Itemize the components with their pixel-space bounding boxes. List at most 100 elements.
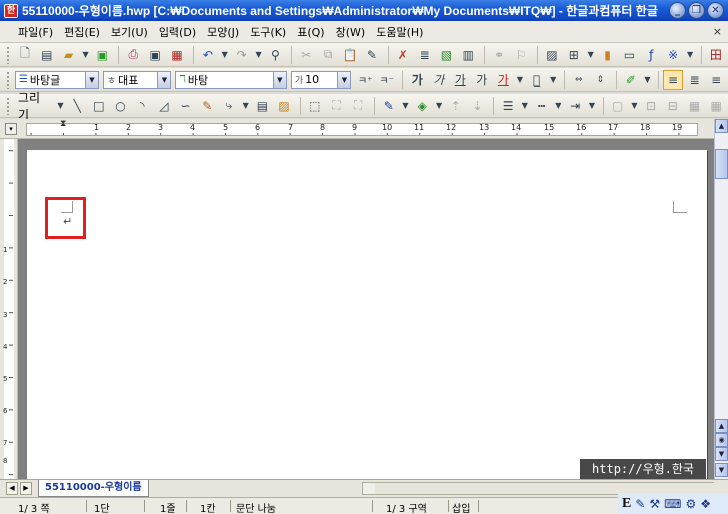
- save-icon[interactable]: ▣: [92, 45, 112, 65]
- distribute-icon[interactable]: ⊟: [663, 96, 683, 116]
- polygon-icon[interactable]: ◿: [154, 96, 174, 116]
- new-document-icon[interactable]: 🗋: [15, 45, 35, 65]
- line-color-dropdown-icon[interactable]: ▼: [401, 96, 411, 116]
- undo-dropdown-icon[interactable]: ▼: [220, 45, 230, 65]
- font-size-select[interactable]: 가 10 ▼: [290, 70, 352, 89]
- edit-icon[interactable]: ✎: [362, 45, 382, 65]
- document-tab[interactable]: 55110000-우형이름: [38, 480, 149, 497]
- vertical-ruler-strip[interactable]: [4, 139, 14, 479]
- increase-size-icon[interactable]: ㅋ⁺: [355, 70, 375, 90]
- symbol-dropdown-icon[interactable]: ▼: [685, 45, 695, 65]
- redo-icon[interactable]: ↷: [232, 45, 252, 65]
- underline-button[interactable]: 가: [450, 70, 470, 90]
- send-back-icon[interactable]: ⇣: [468, 96, 488, 116]
- menu-tools[interactable]: 도구(K): [246, 24, 290, 40]
- font-select[interactable]: ℸ 바탕 ▼: [175, 70, 287, 89]
- vertical-scrollbar[interactable]: ▲ ▲ ◉ ▼ ▼: [714, 119, 728, 479]
- new-template-icon[interactable]: ▤: [37, 45, 57, 65]
- bold-button[interactable]: 가: [407, 70, 427, 90]
- hwp-app-icon[interactable]: 한: [4, 3, 18, 18]
- next-page-icon[interactable]: ▼: [715, 447, 728, 461]
- undo-icon[interactable]: ↶: [198, 45, 218, 65]
- align-right-icon[interactable]: ≡: [706, 70, 726, 90]
- char-shape-dropdown-icon[interactable]: ▼: [548, 70, 558, 90]
- ime-pen-icon[interactable]: ✎: [635, 497, 645, 511]
- toolbar-grip[interactable]: [6, 45, 10, 64]
- chevron-down-icon[interactable]: ▼: [337, 71, 351, 88]
- arrow-style-dropdown-icon[interactable]: ▼: [587, 96, 597, 116]
- align-left-icon[interactable]: ≣: [685, 70, 705, 90]
- connector-dropdown-icon[interactable]: ▼: [241, 96, 251, 116]
- hyperlink-icon[interactable]: ⚭: [489, 45, 509, 65]
- close-button[interactable]: ✕: [707, 2, 724, 19]
- menu-format[interactable]: 모양(J): [203, 24, 243, 40]
- document-area[interactable]: ↵: [18, 139, 714, 490]
- align-justify-icon[interactable]: ≡: [663, 69, 683, 90]
- highlight-icon[interactable]: ✐: [621, 70, 641, 90]
- menu-view[interactable]: 보기(U): [107, 24, 152, 40]
- bookmark-icon[interactable]: ⚐: [511, 45, 531, 65]
- connector-icon[interactable]: ⤷: [219, 96, 239, 116]
- find-icon[interactable]: ⚲: [266, 45, 286, 65]
- document-page[interactable]: ↵: [27, 150, 707, 490]
- chevron-down-icon[interactable]: ▼: [84, 71, 98, 88]
- font-color-button[interactable]: 가: [494, 70, 514, 90]
- ruler-corner-icon[interactable]: ▾: [5, 123, 17, 135]
- tab-prev-icon[interactable]: ◀: [6, 482, 18, 495]
- line-dash-dropdown-icon[interactable]: ▼: [553, 96, 563, 116]
- arc-icon[interactable]: ◝: [132, 96, 152, 116]
- title-bar[interactable]: 한 55110000-우형이름.hwp [C:₩Documents and Se…: [0, 0, 728, 21]
- format-painter-icon[interactable]: ✗: [393, 45, 413, 65]
- document-close-button[interactable]: ×: [713, 25, 722, 38]
- decrease-size-icon[interactable]: ㅋ⁻: [377, 70, 397, 90]
- language-select[interactable]: ㅎ 대표 ▼: [102, 70, 172, 89]
- maximize-button[interactable]: ❐: [688, 2, 705, 19]
- picture-draw-icon[interactable]: ▨: [274, 96, 294, 116]
- paste-icon[interactable]: 📋: [340, 45, 360, 65]
- line-icon[interactable]: ╲: [67, 96, 87, 116]
- table-icon[interactable]: ⊞: [564, 45, 584, 65]
- copy-icon[interactable]: ⧉: [318, 45, 338, 65]
- group-icon[interactable]: ⛶: [327, 96, 347, 116]
- picture-icon[interactable]: ▨: [542, 45, 562, 65]
- ime-help-icon[interactable]: ❖: [700, 497, 711, 511]
- flip-icon[interactable]: ▦: [706, 96, 726, 116]
- print-preview-icon[interactable]: ▣: [145, 45, 165, 65]
- line-style-icon[interactable]: ☰: [498, 96, 518, 116]
- scroll-thumb[interactable]: [715, 149, 728, 179]
- chart-icon[interactable]: ▮: [598, 45, 618, 65]
- line-dash-icon[interactable]: ┅: [532, 96, 552, 116]
- ime-english-icon[interactable]: E: [622, 496, 631, 512]
- chevron-down-icon[interactable]: ▼: [272, 71, 286, 88]
- prev-page-icon[interactable]: ▲: [715, 419, 728, 433]
- chevron-down-icon[interactable]: ▼: [157, 71, 171, 88]
- open-dropdown-icon[interactable]: ▼: [81, 45, 91, 65]
- drawing-dropdown-icon[interactable]: ▼: [56, 96, 66, 116]
- ime-keyboard-icon[interactable]: ⌨: [664, 497, 681, 511]
- tab-next-icon[interactable]: ▶: [20, 482, 32, 495]
- align-objects-icon[interactable]: ⊡: [641, 96, 661, 116]
- italic-button[interactable]: 가: [429, 70, 449, 90]
- menu-file[interactable]: 파일(F): [14, 24, 57, 40]
- select-object-icon[interactable]: ⬚: [305, 96, 325, 116]
- style-select[interactable]: ☰ 바탕글 ▼: [14, 70, 99, 89]
- print-icon[interactable]: ⎙: [123, 45, 143, 65]
- ime-tools-icon[interactable]: ⚒: [649, 497, 660, 511]
- curve-icon[interactable]: ∽: [176, 96, 196, 116]
- textbox-draw-icon[interactable]: ▤: [253, 96, 273, 116]
- char-width-icon[interactable]: ⇕: [591, 70, 611, 90]
- table-dropdown-icon[interactable]: ▼: [586, 45, 596, 65]
- menu-insert[interactable]: 입력(D): [155, 24, 200, 40]
- fill-color-icon[interactable]: ◈: [412, 96, 432, 116]
- toolbar-grip[interactable]: [6, 96, 10, 115]
- textbox-icon[interactable]: ▭: [619, 45, 639, 65]
- menu-help[interactable]: 도움말(H): [372, 24, 427, 40]
- indent-marker-icon[interactable]: ⧗: [60, 119, 68, 139]
- strikethrough-button[interactable]: 가: [472, 70, 492, 90]
- line-color-icon[interactable]: ✎: [379, 96, 399, 116]
- symbol-icon[interactable]: ※: [663, 45, 683, 65]
- shadow-icon[interactable]: ▢: [608, 96, 628, 116]
- columns-icon[interactable]: ▥: [458, 45, 478, 65]
- ungroup-icon[interactable]: ⛶: [348, 96, 368, 116]
- highlight-dropdown-icon[interactable]: ▼: [643, 70, 653, 90]
